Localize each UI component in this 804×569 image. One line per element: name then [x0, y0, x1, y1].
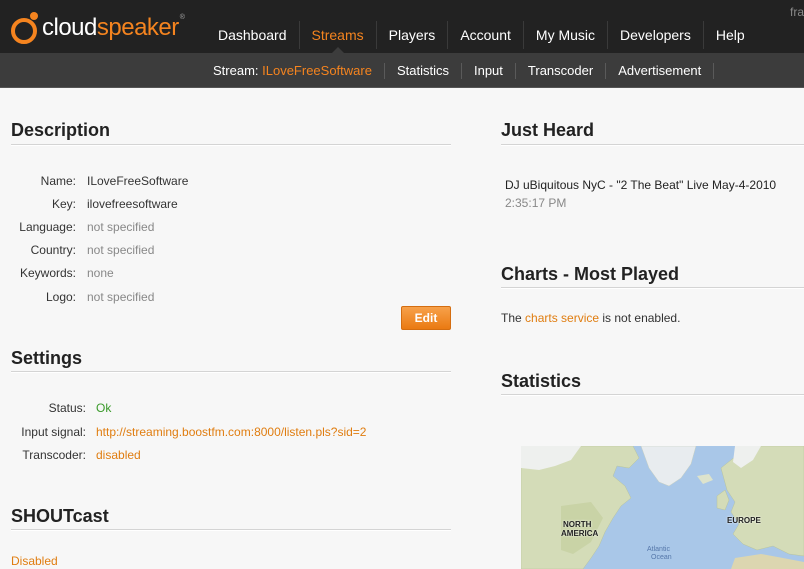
logo-trademark: ®	[179, 14, 185, 21]
charts-service-link[interactable]: charts service	[525, 311, 599, 325]
logo-text-white: cloud	[42, 14, 97, 41]
statistics-heading: Statistics	[501, 371, 582, 391]
shoutcast-heading: SHOUTcast	[11, 506, 109, 526]
charts-msg-before: The	[501, 311, 526, 325]
stream-name: ILoveFreeSoftware	[262, 63, 372, 78]
nav-players[interactable]: Players	[375, 21, 448, 49]
keywords-label: Keywords:	[19, 266, 76, 280]
name-value: ILoveFreeSoftware	[87, 174, 189, 188]
just-heard-divider	[501, 144, 804, 146]
sub-nav-bar: Stream: ILoveFreeSoftware Statistics Inp…	[0, 53, 804, 88]
status-label: Status:	[48, 401, 86, 415]
logo-text: cloudspeaker®	[42, 14, 185, 42]
sub-nav: Stream: ILoveFreeSoftware Statistics Inp…	[201, 63, 715, 79]
just-heard-time: 2:35:17 PM	[505, 196, 567, 210]
map-label-europe: EUROPE	[727, 516, 761, 525]
subnav-transcoder[interactable]: Transcoder	[516, 63, 607, 79]
map-label-america: AMERICA	[561, 529, 599, 538]
subnav-statistics[interactable]: Statistics	[385, 63, 462, 79]
map-label-north: NORTH	[563, 520, 592, 529]
nav-my-music[interactable]: My Music	[522, 21, 607, 49]
name-label: Name:	[40, 174, 76, 188]
status-value: Ok	[96, 401, 112, 415]
main-nav: Dashboard Streams Players Account My Mus…	[206, 21, 757, 53]
language-label: Language:	[19, 220, 76, 234]
charts-msg-after: is not enabled.	[599, 311, 681, 325]
nav-developers[interactable]: Developers	[607, 21, 703, 49]
language-value: not specified	[87, 220, 155, 234]
keywords-value: none	[87, 266, 114, 280]
nav-help[interactable]: Help	[702, 21, 757, 49]
charts-heading: Charts - Most Played	[501, 264, 680, 284]
user-menu[interactable]: fra	[790, 5, 804, 19]
charts-divider	[501, 287, 804, 289]
just-heard-heading: Just Heard	[501, 120, 595, 140]
nav-account[interactable]: Account	[447, 21, 523, 49]
key-value: ilovefreesoftware	[87, 197, 178, 211]
shoutcast-divider	[11, 529, 451, 531]
transcoder-link[interactable]: disabled	[96, 448, 141, 462]
logo-icon	[11, 12, 38, 44]
settings-divider	[11, 371, 451, 373]
description-divider	[11, 144, 451, 146]
input-signal-link[interactable]: http://streaming.boostfm.com:8000/listen…	[96, 425, 366, 439]
map-label-atlantic: Atlantic	[647, 546, 670, 553]
shoutcast-status-link[interactable]: Disabled	[11, 554, 58, 568]
subnav-advertisement[interactable]: Advertisement	[606, 63, 715, 79]
top-bar: cloudspeaker® fra Dashboard Streams Play…	[0, 0, 804, 53]
stream-prefix: Stream:	[213, 63, 263, 78]
logo-text-orange: speaker	[96, 14, 179, 41]
nav-streams[interactable]: Streams	[298, 21, 376, 53]
subnav-stream[interactable]: Stream: ILoveFreeSoftware	[201, 63, 385, 79]
subnav-input[interactable]: Input	[462, 63, 516, 79]
logo-value: not specified	[87, 290, 155, 304]
nav-streams-label: Streams	[311, 27, 364, 43]
settings-heading: Settings	[11, 348, 83, 368]
statistics-divider	[501, 394, 804, 396]
listener-map[interactable]: NORTH AMERICA EUROPE Atlantic Ocean	[521, 446, 804, 569]
charts-message: The charts service is not enabled.	[501, 311, 680, 325]
map-label-ocean: Ocean	[651, 554, 672, 561]
input-signal-label: Input signal:	[21, 425, 86, 439]
country-label: Country:	[30, 243, 76, 257]
description-heading: Description	[11, 120, 111, 140]
edit-button[interactable]: Edit	[401, 306, 451, 330]
logo-label: Logo:	[45, 290, 76, 304]
just-heard-track: DJ uBiquitous NyC - "2 The Beat" Live Ma…	[505, 178, 777, 192]
transcoder-label: Transcoder:	[22, 448, 86, 462]
logo[interactable]: cloudspeaker®	[10, 8, 185, 48]
nav-dashboard[interactable]: Dashboard	[206, 21, 299, 49]
country-value: not specified	[87, 243, 155, 257]
key-label: Key:	[51, 197, 76, 211]
